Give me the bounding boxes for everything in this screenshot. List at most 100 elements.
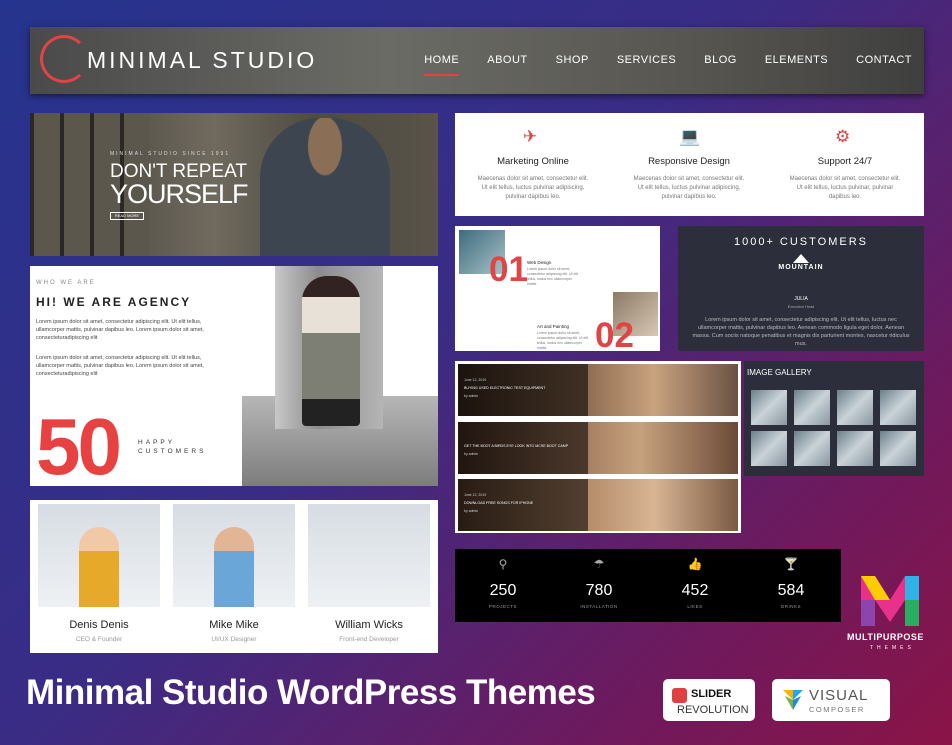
features-section: ✈ Marketing Online Maecenas dolor sit am…	[455, 113, 924, 216]
page-title: Minimal Studio WordPress Themes	[26, 673, 596, 712]
testimonial-section: 1000+ CUSTOMERS MOUNTAIN JULIA Executive…	[678, 226, 924, 351]
blog-post-title[interactable]: BUYING USED ELECTRONIC TEST EQUIPMENT	[464, 386, 545, 390]
feature-title: Responsive Design	[648, 156, 730, 167]
testimonial-role: Executive Head	[787, 305, 815, 309]
main-menu: HOME ABOUT SHOP SERVICES BLOG ELEMENTS C…	[424, 54, 912, 76]
team-member-role: UI/UX Designer	[211, 636, 257, 643]
mountain-icon	[793, 254, 809, 263]
visual-composer-badge: VISUAL COMPOSER	[772, 679, 890, 721]
hero-kicker: MINIMAL STUDIO SINCE 1991	[110, 151, 231, 157]
gallery-thumbnail[interactable]	[837, 431, 873, 466]
menu-item-elements[interactable]: ELEMENTS	[765, 54, 828, 66]
blog-post-author: by admin	[464, 452, 479, 456]
menu-item-services[interactable]: SERVICES	[617, 54, 676, 66]
blog-section: June 12, 2019 BUYING USED ELECTRONIC TES…	[455, 361, 741, 533]
feature-description: Maecenas dolor sit amet, consectetur eli…	[477, 176, 589, 200]
feature-title: Marketing Online	[497, 156, 569, 167]
brand-badge-line2: THEMES	[870, 645, 915, 651]
blog-post-author: by admin	[464, 509, 479, 513]
team-member-role: Front-end Developer	[339, 636, 399, 643]
logo-icon	[40, 35, 88, 83]
menu-item-contact[interactable]: CONTACT	[856, 54, 912, 66]
team-member-name: William Wicks	[335, 619, 403, 631]
image-gallery-section: IMAGE GALLERY	[744, 361, 924, 476]
happy-label-line2: CUSTOMERS	[138, 448, 207, 455]
gear-icon: ⚙	[835, 127, 851, 146]
person-image	[214, 527, 254, 607]
blog-post-title[interactable]: GET THE BOOT A BIRDS EYE LOOK INTO MCSE …	[464, 444, 568, 448]
blog-post-title[interactable]: DOWNLOAD FREE SONGS FOR IPHONE	[464, 501, 533, 505]
happy-customers-label: HAPPY CUSTOMERS	[138, 438, 206, 456]
blog-post[interactable]: June 12, 2019 BUYING USED ELECTRONIC TES…	[458, 364, 738, 416]
menu-item-blog[interactable]: BLOG	[704, 54, 737, 66]
blog-post[interactable]: June 12, 2019 DOWNLOAD FREE SONGS FOR IP…	[458, 479, 738, 531]
blog-post-date: June 12, 2019	[464, 493, 487, 497]
blog-post-author: by admin	[464, 394, 479, 398]
umbrella-icon: ☂	[593, 557, 605, 571]
site-header: MINIMAL STUDIO HOME ABOUT SHOP SERVICES …	[30, 27, 924, 94]
slider-revolution-badge: SLIDER REVOLUTION	[663, 679, 755, 721]
gallery-thumbnail[interactable]	[880, 390, 916, 425]
feature-description: Maecenas dolor sit amet, consectetur eli…	[789, 176, 901, 200]
brand-badge-line1: MULTIPURPOSE	[847, 632, 924, 642]
stat-value: 584	[777, 582, 805, 599]
gallery-thumbnail[interactable]	[751, 431, 787, 466]
team-section: Denis Denis CEO & Founder Mike Mike UI/U…	[30, 500, 438, 653]
agency-kicker: WHO WE ARE	[36, 280, 96, 286]
gallery-thumbnail[interactable]	[880, 431, 916, 466]
multipurpose-logo-icon	[855, 566, 927, 626]
person-image	[349, 527, 389, 607]
blog-post-overlay: GET THE BOOT A BIRDS EYE LOOK INTO MCSE …	[458, 422, 588, 474]
happy-label-line1: HAPPY	[138, 439, 176, 446]
team-card-photo	[38, 504, 160, 607]
site-logo[interactable]: MINIMAL STUDIO	[87, 47, 317, 74]
testimonial-name: JULIA	[794, 296, 808, 302]
stat-label: LIKES	[687, 604, 703, 609]
gallery-thumbnail[interactable]	[794, 431, 830, 466]
process-section: 01 Web Design Lorem ipsum dolor sit amet…	[455, 226, 660, 351]
client-logo: MOUNTAIN	[778, 264, 824, 271]
team-card-photo	[308, 504, 430, 607]
team-member-role: CEO & Founder	[75, 636, 123, 643]
menu-item-shop[interactable]: SHOP	[556, 54, 589, 66]
hero-title-line2: YOURSELF	[110, 179, 249, 209]
gallery-thumbnail[interactable]	[837, 390, 873, 425]
composer-badge-line2: COMPOSER	[809, 705, 865, 714]
process-number: 02	[595, 316, 634, 351]
woman-image	[302, 276, 360, 426]
stat-value: 780	[585, 582, 613, 599]
process-number: 01	[489, 250, 528, 289]
composer-badge-line1: VISUAL	[809, 687, 869, 704]
customers-heading: 1000+ CUSTOMERS	[733, 236, 869, 248]
cocktail-icon: 🍸	[783, 557, 799, 571]
agency-heading: HI! WE ARE AGENCY	[36, 295, 192, 309]
hero-person-image	[260, 118, 390, 256]
happy-customers-count: 50	[36, 402, 122, 487]
blog-post-overlay: June 12, 2019 DOWNLOAD FREE SONGS FOR IP…	[458, 479, 588, 531]
hero-section: MINIMAL STUDIO SINCE 1991 DON'T REPEAT Y…	[30, 113, 438, 256]
process-title: Web Design	[527, 260, 552, 265]
hero-read-more-button[interactable]: READ MORE	[110, 212, 144, 220]
blog-post[interactable]: GET THE BOOT A BIRDS EYE LOOK INTO MCSE …	[458, 422, 738, 474]
slider-badge-line1: SLIDER	[691, 688, 732, 700]
blog-post-date: June 12, 2019	[464, 378, 487, 382]
stat-label: DRINKS	[780, 604, 801, 609]
stats-section: ⚲ 250 PROJECTS ☂ 780 INSTALLATION 👍 452 …	[455, 549, 841, 622]
blog-post-overlay: June 12, 2019 BUYING USED ELECTRONIC TES…	[458, 364, 588, 416]
testimonial-quote: Lorem ipsum dolor sit amet, consectetur …	[692, 317, 910, 347]
agency-section: WHO WE ARE HI! WE ARE AGENCY Lorem ipsum…	[30, 266, 438, 486]
stat-value: 250	[489, 582, 517, 599]
menu-item-about[interactable]: ABOUT	[487, 54, 527, 66]
gallery-heading: IMAGE GALLERY	[747, 368, 812, 377]
team-member-name: Denis Denis	[69, 619, 129, 631]
process-description: Lorem ipsum dolor sit amet, consectetur …	[527, 267, 578, 286]
menu-item-home[interactable]: HOME	[424, 54, 460, 76]
team-card-photo	[173, 504, 295, 607]
paper-plane-icon: ✈	[523, 127, 538, 146]
slider-revolution-icon	[672, 688, 687, 703]
globe-icon: ⚲	[498, 557, 508, 571]
gallery-thumbnail[interactable]	[794, 390, 830, 425]
gallery-thumbnail[interactable]	[751, 390, 787, 425]
feature-title: Support 24/7	[817, 156, 873, 167]
laptop-icon: 💻	[679, 127, 701, 146]
